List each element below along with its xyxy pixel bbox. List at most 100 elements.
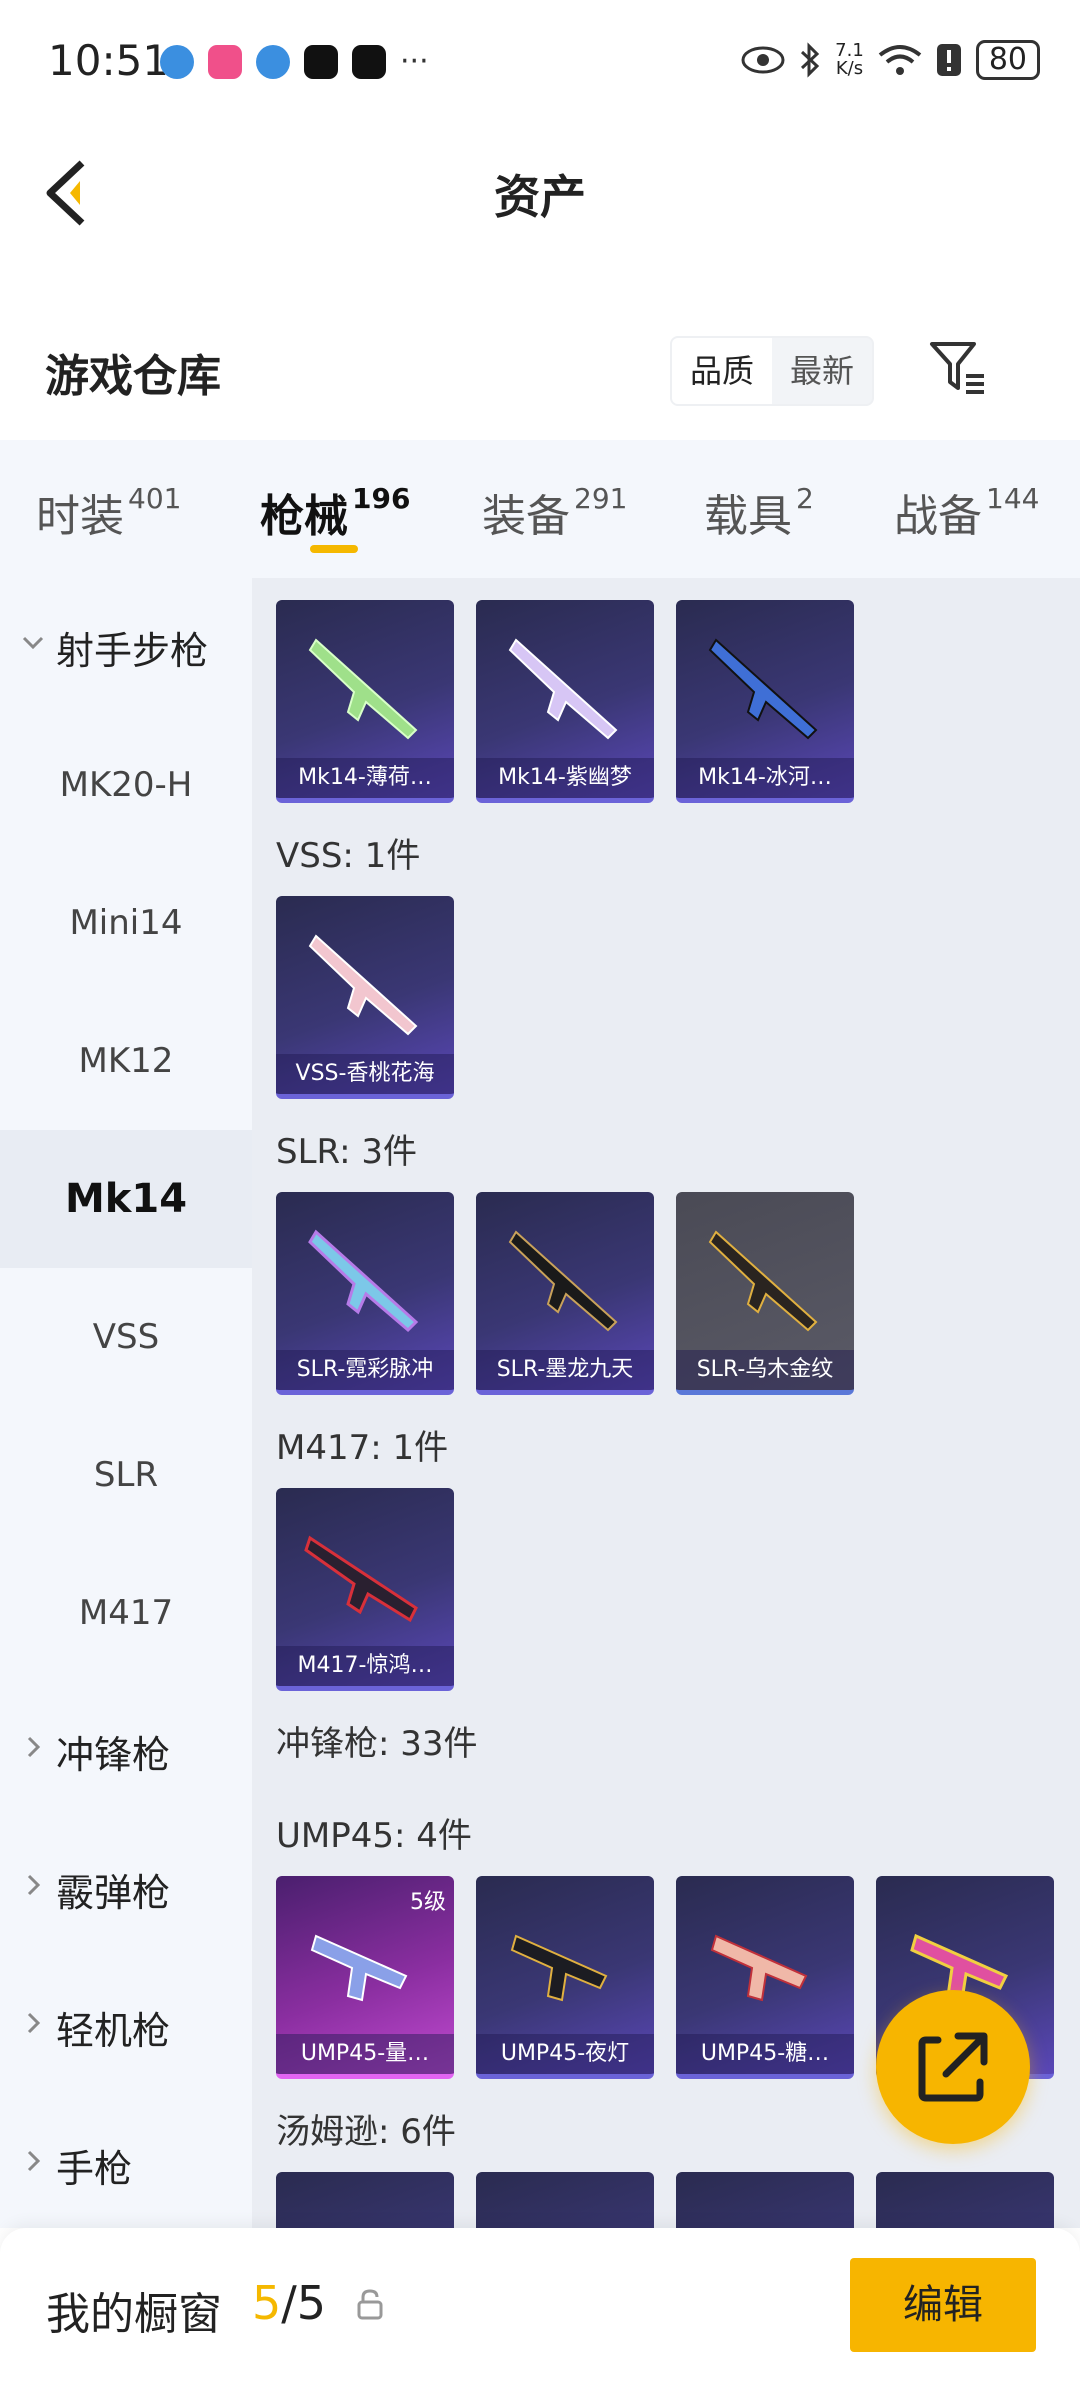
network-speed: 7.1 K/s [835,40,864,79]
rifle-icon [708,1230,818,1332]
weapon-card[interactable] [876,2172,1054,2228]
weapon-card-label: UMP45-糖… [676,2034,854,2074]
weapon-card[interactable]: Mk14-紫幽梦 [476,600,654,803]
category-count-label: M417: 1件 [276,1428,449,1468]
rifle-icon [304,1535,418,1623]
sidebar-group-smg[interactable]: 冲锋枪 [0,1682,252,1820]
chevron-right-icon [27,1736,41,1758]
bluetooth-icon [801,42,820,78]
rifle-icon [308,934,418,1036]
more-notifications-icon: ··· [400,44,429,79]
weapon-card[interactable]: UMP45-糖… [676,1876,854,2079]
tab-vehicles[interactable]: 载具 2 [704,480,814,544]
weapon-card[interactable]: M417-惊鸿… [276,1488,454,1691]
category-count-label: VSS: 1件 [276,836,421,876]
status-bar: 10:51 ··· 7.1 K/s 80 [0,0,1080,125]
weapon-card-label: UMP45-量… [276,2034,454,2074]
weapon-card-label: UMP45-夜灯 [476,2034,654,2074]
section-title: 游戏仓库 [45,351,221,402]
smg-icon [710,1934,808,2002]
weapon-card-label: VSS-香桃花海 [276,1054,454,1094]
category-tabs: 时装 401 枪械 196 装备 291 载具 2 战备 144 [0,440,1080,578]
edit-button[interactable]: 编辑 [850,2258,1036,2352]
sidebar-item-slr[interactable]: SLR [0,1406,252,1544]
weapon-card-label: Mk14-薄荷… [276,758,454,798]
app-notification-icon [160,44,194,79]
notification-icons: ··· [160,44,429,79]
share-fab-button[interactable] [876,1990,1030,2144]
sidebar-item-mk12[interactable]: MK12 [0,992,252,1130]
sidebar-item-mini14[interactable]: Mini14 [0,854,252,992]
weapon-grid: Mk14-薄荷… Mk14-紫幽梦 Mk14-冰河… VSS: 1件 VSS-香… [252,578,1080,2228]
tiktok-icon [304,44,338,79]
weapon-card-label: M417-惊鸿… [276,1646,454,1686]
rifle-icon [508,638,618,740]
weapon-card[interactable] [276,2172,454,2228]
sort-latest-button[interactable]: 最新 [772,338,872,404]
showcase-label: 我的橱窗 [46,2289,222,2340]
chevron-down-icon [22,636,44,650]
weapon-card[interactable]: 5级 UMP45-量… [276,1876,454,2079]
page-title: 资产 [494,170,586,224]
chevron-right-icon [27,1874,41,1896]
battery-indicator: 80 [975,40,1040,80]
sidebar-item-mk20h[interactable]: MK20-H [0,716,252,854]
sidebar-group-pistol[interactable]: 手枪 [0,2096,252,2234]
tab-weapons[interactable]: 枪械 196 [260,480,410,544]
tiktok-icon [352,44,386,79]
sidebar-item-mk14[interactable]: Mk14 [0,1130,252,1268]
weapon-card[interactable]: SLR-霓彩脉冲 [276,1192,454,1395]
chevron-right-icon [27,2012,41,2034]
filter-icon[interactable] [928,338,988,398]
tab-indicator [310,545,358,553]
weapon-card[interactable]: VSS-香桃花海 [276,896,454,1099]
weapon-card[interactable] [476,2172,654,2228]
sidebar-group-lmg[interactable]: 轻机枪 [0,1958,252,2096]
rifle-icon [508,1230,618,1332]
chevron-right-icon [27,2150,41,2172]
showcase-bar: 我的橱窗 5/5 编辑 [0,2228,1080,2382]
eye-icon [741,46,785,74]
weapon-card[interactable]: SLR-乌木金纹 [676,1192,854,1395]
level-badge: 5级 [410,1890,446,1915]
sort-quality-button[interactable]: 品质 [672,338,773,404]
tab-supplies[interactable]: 战备 144 [894,480,1039,544]
category-count-label: UMP45: 4件 [276,1816,472,1856]
weapon-card-label: SLR-墨龙九天 [476,1350,654,1390]
weapon-card-label: Mk14-紫幽梦 [476,758,654,798]
app-header: 资产 [0,125,1080,255]
status-time: 10:51 [48,36,170,85]
category-count-label: SLR: 3件 [276,1132,417,1172]
weapon-card-label: Mk14-冰河… [676,758,854,798]
sidebar-group-shotgun[interactable]: 霰弹枪 [0,1820,252,1958]
rifle-icon [708,638,818,740]
weapon-card[interactable]: UMP45-夜灯 [476,1876,654,2079]
lock-icon [357,2289,383,2320]
category-count-label: 汤姆逊: 6件 [276,2112,456,2152]
sidebar-item-m417[interactable]: M417 [0,1544,252,1682]
rifle-icon [308,638,418,740]
tab-equipment[interactable]: 装备 291 [482,480,627,544]
weapon-card[interactable] [676,2172,854,2228]
weapon-card[interactable]: SLR-墨龙九天 [476,1192,654,1395]
app-notification-icon [256,44,290,79]
sidebar-item-vss[interactable]: VSS [0,1268,252,1406]
app-notification-icon [208,44,242,79]
weapon-card[interactable]: Mk14-冰河… [676,600,854,803]
alert-icon [936,44,961,76]
wifi-icon [878,45,922,75]
system-status: 7.1 K/s 80 [741,40,1040,80]
weapon-card-label: SLR-霓彩脉冲 [276,1350,454,1390]
sidebar-group-marksman[interactable]: 射手步枪 [0,578,252,716]
tab-fashion[interactable]: 时装 401 [36,480,181,544]
showcase-count: 5/5 [252,2276,327,2330]
sort-toggle: 品质 最新 [670,336,875,406]
rifle-icon [308,1229,419,1333]
warehouse-header: 游戏仓库 品质 最新 [0,320,1080,440]
weapon-card-label: SLR-乌木金纹 [676,1350,854,1390]
weapon-category-sidebar: 射手步枪 MK20-H Mini14 MK12 Mk14 VSS SLR M41… [0,578,252,2228]
weapon-card[interactable]: Mk14-薄荷… [276,600,454,803]
smg-icon [510,1934,608,2002]
share-icon [918,2032,988,2102]
category-count-label: 冲锋枪: 33件 [276,1724,478,1764]
